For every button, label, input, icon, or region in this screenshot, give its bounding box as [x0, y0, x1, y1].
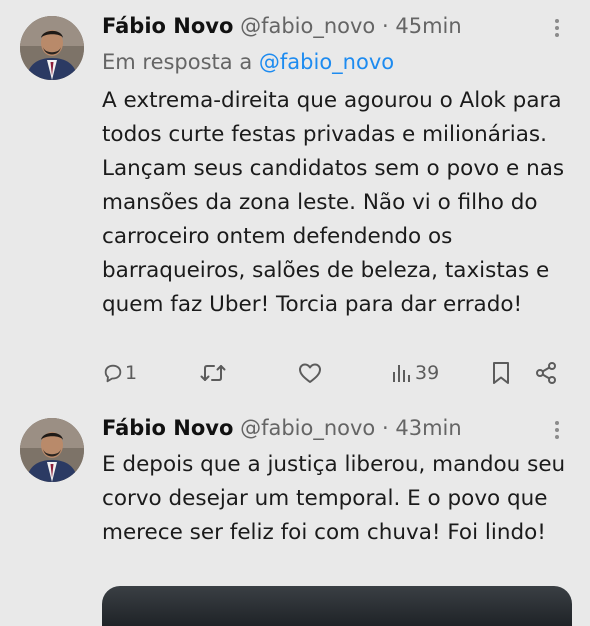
separator: ·	[381, 416, 389, 440]
author-name[interactable]: Fábio Novo	[102, 416, 233, 440]
tweet-header: Fábio Novo @fabio_novo · 45min	[102, 12, 462, 40]
tweet-text: A extrema-direita que agourou o Alok par…	[102, 88, 565, 317]
timestamp[interactable]: 43min	[395, 416, 461, 440]
tweet[interactable]: Fábio Novo @fabio_novo · 45min Em respos…	[0, 0, 590, 400]
tweet-media-preview[interactable]	[102, 586, 572, 626]
author-name[interactable]: Fábio Novo	[102, 14, 233, 38]
retweet-icon	[200, 362, 226, 384]
views-icon	[392, 363, 412, 383]
author-handle[interactable]: @fabio_novo	[240, 14, 375, 38]
tweet[interactable]: Fábio Novo @fabio_novo · 43min E depois …	[0, 400, 590, 608]
reply-icon	[102, 362, 124, 384]
tweet-text: E depois que a justiça liberou, mandou s…	[102, 452, 566, 545]
more-vertical-icon[interactable]	[549, 418, 565, 442]
bookmark-icon	[491, 361, 511, 385]
heart-icon	[298, 362, 322, 384]
views-button[interactable]: 39	[392, 356, 439, 390]
avatar[interactable]	[20, 16, 84, 80]
more-vertical-icon[interactable]	[549, 16, 565, 40]
views-count: 39	[415, 362, 440, 384]
reply-prefix: Em resposta a	[102, 50, 253, 74]
reply-context: Em resposta a @fabio_novo	[102, 48, 394, 76]
separator: ·	[381, 14, 389, 38]
author-handle[interactable]: @fabio_novo	[240, 416, 375, 440]
reply-button[interactable]: 1	[102, 356, 137, 390]
bookmark-button[interactable]	[491, 356, 511, 390]
reply-mention-link[interactable]: @fabio_novo	[259, 50, 394, 74]
retweet-button[interactable]	[200, 356, 226, 390]
like-button[interactable]	[298, 356, 322, 390]
share-icon	[534, 361, 558, 385]
avatar[interactable]	[20, 418, 84, 482]
reply-count: 1	[125, 362, 138, 384]
tweet-header: Fábio Novo @fabio_novo · 43min	[102, 414, 462, 442]
tweet-actions: 1 39	[102, 356, 562, 390]
share-button[interactable]	[534, 356, 558, 390]
timestamp[interactable]: 45min	[395, 14, 461, 38]
